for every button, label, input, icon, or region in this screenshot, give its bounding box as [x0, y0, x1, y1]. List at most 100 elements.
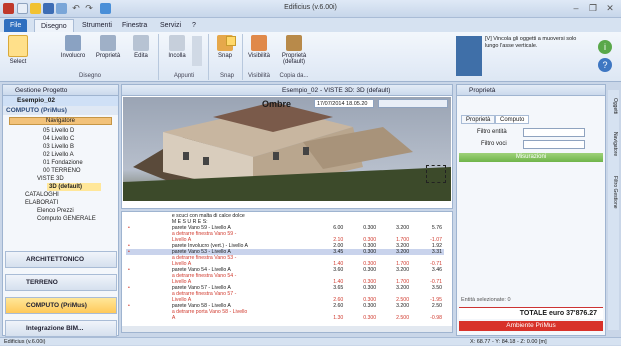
view-cube[interactable]	[426, 165, 446, 183]
tree-item-viste-3d[interactable]: VISTE 3D	[3, 175, 118, 183]
side-tab-oggetti[interactable]: Oggetti	[609, 98, 618, 128]
selected-entities-count: Entità selezionate: 0	[461, 297, 511, 303]
misurazioni-header[interactable]: Misurazioni	[459, 153, 603, 162]
title-bar: ↶ ↷ Edificius (v.6.00i) – ❐ ✕	[0, 0, 621, 18]
properties-button[interactable]: Proprietà	[92, 35, 124, 59]
datetime-field[interactable]: 17/07/2014 18.05.20	[314, 99, 374, 108]
tab-servizi[interactable]: Servizi	[154, 19, 187, 32]
visibilita-label: Visibilità	[248, 53, 270, 59]
hint-code: [V]	[485, 36, 492, 42]
visibility-button[interactable]: Visibilità	[244, 35, 274, 59]
filtro-entita-select[interactable]	[523, 128, 585, 137]
playback-controls[interactable]	[378, 99, 448, 108]
properties-icon	[100, 35, 116, 51]
tree-item[interactable]: 02 Livello A	[43, 151, 118, 159]
group-copia-label: Copia da...	[279, 73, 309, 79]
separator	[208, 34, 209, 80]
tree-item-computo-generale[interactable]: Computo GENERALE	[3, 215, 118, 223]
viewport-title: Esempio_02 - VISTE 3D: 3D (default)	[122, 85, 452, 96]
viewport-label: Ombre	[262, 99, 292, 109]
ribbon: Select Involucro Proprietà Edita Disegno…	[0, 32, 621, 82]
paste-icon	[169, 35, 185, 51]
group-disegno-label: Disegno	[78, 73, 101, 79]
tab-disegno[interactable]: Disegno	[34, 19, 74, 32]
envelope-tool-icon	[65, 35, 81, 51]
minimize-icon[interactable]: –	[570, 3, 582, 14]
navigatore-button[interactable]: Navigatore	[9, 117, 112, 125]
filtro-voci-select[interactable]	[523, 140, 585, 149]
group-snap-label: Snap	[219, 73, 234, 79]
3d-canvas[interactable]	[123, 97, 451, 201]
snap-label: Snap	[217, 53, 232, 59]
cell-desc: A	[171, 315, 176, 321]
totale-label: TOTALE euro 37'876.27	[459, 307, 603, 319]
involucro-button[interactable]: Involucro	[56, 35, 90, 59]
tree-item[interactable]: 01 Fondazione	[43, 159, 118, 167]
side-tabs: Oggetti Navigatore Filtro Gestione	[608, 90, 619, 330]
side-tab-filtro-gestione[interactable]: Filtro Gestione	[609, 176, 618, 220]
cursor-icon	[8, 35, 28, 57]
select-button[interactable]: Select	[4, 35, 32, 65]
tree-item-cataloghi[interactable]: CATALOGHI	[3, 191, 118, 199]
clipboard-small-icons[interactable]	[192, 36, 202, 66]
nav-terreno-button[interactable]: TERRENO	[5, 274, 117, 291]
project-name[interactable]: Esempio_02	[3, 96, 118, 106]
nav-computo-button[interactable]: COMPUTO (PriMus)	[5, 297, 117, 314]
hint-text: Vincola gli oggetti a muoversi solo lung…	[485, 36, 577, 49]
computo-table-panel: e scuci con malta di calce dolce M E S U …	[121, 211, 453, 333]
incolla-label: Incolla	[168, 53, 186, 59]
default-properties-button[interactable]: Proprietà (default)	[276, 35, 312, 65]
select-label: Select	[9, 59, 27, 65]
nav-integrazione-bim-button[interactable]: Integrazione BIM...	[5, 320, 117, 337]
group-visibilita-label: Visibilità	[248, 73, 270, 79]
proprieta-label: Proprietà	[95, 53, 121, 59]
tab-strumenti[interactable]: Strumenti	[76, 19, 118, 32]
filtro-voci-label: Filtro voci	[481, 141, 507, 147]
close-icon[interactable]: ✕	[604, 3, 616, 14]
ambiente-primus-button[interactable]: Ambiente PriMus	[459, 321, 603, 331]
tree-item[interactable]: 04 Livello C	[43, 135, 118, 143]
tree-item-elenco-prezzi[interactable]: Elenco Prezzi	[3, 207, 118, 215]
status-bar: Edificius (v.6.00i) X: 68.77 - Y: 84.18 …	[0, 337, 621, 345]
tab-file[interactable]: File	[4, 19, 28, 32]
edit-button[interactable]: Edita	[128, 35, 154, 59]
maximize-icon[interactable]: ❐	[587, 3, 599, 14]
window-title: Edificius (v.6.00i)	[284, 4, 337, 11]
help-icon[interactable]: ?	[598, 58, 612, 72]
separator	[158, 34, 159, 80]
ribbon-tabs: File Disegno Strumenti Finestra Servizi …	[0, 18, 621, 32]
visibility-icon	[251, 35, 267, 51]
brush-icon	[286, 35, 302, 51]
separator	[242, 34, 243, 80]
tab-finestra[interactable]: Finestra	[116, 19, 153, 32]
tree-item[interactable]: 00 TERRENO	[43, 167, 118, 175]
building-render	[123, 102, 451, 201]
paste-button[interactable]: Incolla	[164, 35, 190, 59]
nav-architettonico-button[interactable]: ARCHITETTONICO	[5, 251, 117, 268]
cell-b: 0.300	[363, 315, 377, 321]
properties-panel: Proprietà Proprietà Computo Filtro entit…	[456, 84, 606, 336]
side-tab-navigatore[interactable]: Navigatore	[609, 132, 618, 172]
proprieta-default-label: Proprietà (default)	[281, 53, 307, 65]
tree-item-3d-default[interactable]: 3D (default)	[47, 183, 101, 191]
hint-box: [V] Vincola gli oggetti a muoversi solo …	[485, 36, 585, 50]
project-panel-title: Gestione Progetto	[3, 85, 118, 96]
tree-item[interactable]: 05 Livello D	[43, 127, 118, 135]
tab-computo[interactable]: Computo	[495, 115, 530, 124]
tree-item-elaborati[interactable]: ELABORATI	[3, 199, 118, 207]
info-icon[interactable]: i	[598, 40, 612, 54]
table-row[interactable]: A 1.30 0.300 2.500 -0.98	[126, 315, 444, 321]
group-appunti-label: Appunti	[173, 73, 195, 79]
project-panel: Gestione Progetto Esempio_02 COMPUTO (Pr…	[2, 84, 119, 337]
cell-a: 1.30	[333, 315, 344, 321]
horizontal-scrollbar[interactable]	[122, 326, 452, 332]
tree-item[interactable]: 03 Livello B	[43, 143, 118, 151]
hint-icon	[456, 36, 482, 76]
edit-icon	[133, 35, 149, 51]
viewport-panel: Esempio_02 - VISTE 3D: 3D (default) Ombr…	[121, 84, 453, 209]
involucro-label: Involucro	[60, 53, 86, 59]
tab-proprieta[interactable]: Proprietà	[461, 115, 496, 124]
tab-help[interactable]: ?	[186, 19, 202, 32]
edita-label: Edita	[134, 53, 148, 59]
snap-vertical-toggle[interactable]	[226, 36, 236, 46]
